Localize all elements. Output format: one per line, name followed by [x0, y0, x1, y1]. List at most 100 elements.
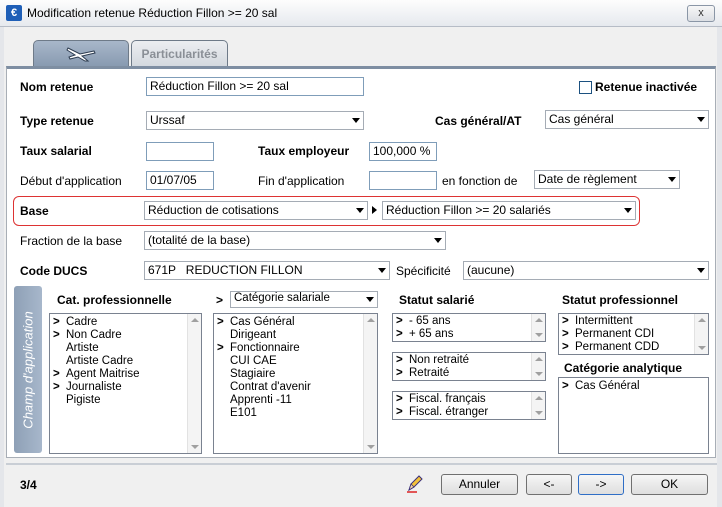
cas-general-label: Cas général/AT [435, 114, 522, 128]
nom-retenue-label: Nom retenue [20, 80, 94, 94]
scrollbar[interactable] [187, 314, 201, 453]
cas-general-value: Cas général [549, 112, 614, 126]
list-item[interactable]: Pigiste [53, 394, 101, 407]
chevron-down-icon [624, 208, 632, 213]
bottom-separator [6, 463, 717, 465]
list-item[interactable]: > Fiscal. français [396, 393, 486, 406]
taux-salarial-input[interactable] [146, 142, 214, 161]
list-item[interactable]: Artiste [53, 342, 99, 355]
list-item[interactable]: > Permanent CDI [562, 328, 654, 341]
chevron-down-icon [697, 268, 705, 273]
chevron-down-icon [434, 238, 442, 243]
scrollbar[interactable] [694, 314, 708, 354]
list-item[interactable]: Artiste Cadre [53, 355, 133, 368]
taux-salarial-label: Taux salarial [20, 144, 92, 158]
taux-employeur-input[interactable]: 100,000 % [369, 142, 437, 161]
list-item[interactable]: Dirigeant [217, 329, 276, 342]
scrollbar[interactable] [363, 314, 377, 453]
list-item[interactable]: > Fonctionnaire [217, 342, 300, 355]
categorie-salariale-list[interactable]: > Cas Général Dirigeant > Fonctionnaire CU… [213, 313, 378, 454]
previous-button[interactable]: <- [526, 474, 572, 495]
list-item[interactable]: CUI CAE [217, 355, 277, 368]
list-item[interactable]: Stagiaire [217, 368, 275, 381]
cat-professionnelle-list[interactable]: > Cadre > Non Cadre Artiste Artiste Cadre … [49, 313, 202, 454]
scrollbar[interactable] [531, 353, 545, 380]
app-icon: € [6, 5, 22, 21]
type-retenue-select[interactable]: Urssaf [146, 111, 364, 130]
retenue-inactivee-checkbox[interactable] [579, 81, 592, 94]
list-item[interactable]: > Cas Général [217, 316, 295, 329]
list-item[interactable]: > Non Cadre [53, 329, 122, 342]
tab-particularites[interactable]: Particularités [131, 40, 228, 67]
list-item[interactable]: > Journaliste [53, 381, 122, 394]
categorie-salariale-marker: > [216, 293, 224, 307]
tab-general[interactable] [33, 40, 129, 67]
statut-salarie-header: Statut salarié [399, 293, 475, 307]
annuler-button[interactable]: Annuler [441, 474, 518, 495]
arrow-down-icon [698, 346, 706, 350]
fraction-base-select[interactable]: (totalité de la base) [144, 231, 446, 250]
type-retenue-value: Urssaf [150, 113, 185, 127]
fin-application-input[interactable] [369, 171, 437, 190]
arrow-down-icon [535, 411, 543, 415]
statut-age-list[interactable]: > - 65 ans > + 65 ans [392, 313, 546, 342]
debut-application-input[interactable]: 01/07/05 [146, 171, 214, 190]
cas-general-select[interactable]: Cas général [545, 110, 709, 129]
retenue-inactivee-label: Retenue inactivée [595, 80, 698, 94]
chevron-down-icon [378, 268, 386, 273]
en-fonction-de-select[interactable]: Date de règlement [534, 170, 680, 189]
arrow-up-icon [535, 357, 543, 361]
list-item[interactable]: > Cas Général [562, 380, 640, 393]
scrollbar[interactable] [531, 314, 545, 341]
arrow-up-icon [191, 318, 199, 322]
categorie-analytique-list[interactable]: > Cas Général [558, 377, 709, 454]
arrow-down-icon [191, 445, 199, 449]
list-item[interactable]: E101 [217, 407, 257, 420]
scrollbar[interactable] [531, 392, 545, 419]
base-detail-select[interactable]: Réduction Fillon >= 20 salariés [382, 201, 636, 220]
code-ducs-value: 671P REDUCTION FILLON [148, 263, 303, 277]
pencil-icon[interactable] [405, 473, 425, 493]
en-fonction-de-label: en fonction de [442, 174, 518, 188]
list-item[interactable]: > Permanent CDD [562, 341, 659, 354]
fin-application-label: Fin d'application [258, 174, 345, 188]
arrow-up-icon [535, 396, 543, 400]
specificite-select[interactable]: (aucune) [463, 261, 709, 280]
list-item[interactable]: > - 65 ans [396, 315, 451, 328]
base-label: Base [20, 204, 49, 218]
arrow-up-icon [698, 318, 706, 322]
window-frame-right [717, 27, 722, 507]
list-item[interactable]: Apprenti -11 [217, 394, 292, 407]
statut-retraite-list[interactable]: > Non retraité > Retraité [392, 352, 546, 381]
statut-professionnel-list[interactable]: > Intermittent > Permanent CDI > Permanent … [558, 313, 709, 355]
base-value: Réduction de cotisations [148, 203, 279, 217]
list-item[interactable]: > Agent Maitrise [53, 368, 140, 381]
arrow-down-icon [535, 372, 543, 376]
base-select[interactable]: Réduction de cotisations [144, 201, 368, 220]
statut-fiscal-list[interactable]: > Fiscal. français > Fiscal. étranger [392, 391, 546, 420]
categorie-salariale-select[interactable]: Catégorie salariale [230, 291, 378, 308]
ok-button[interactable]: OK [631, 474, 708, 495]
champ-application-label: Champ d'application [20, 310, 36, 429]
list-item[interactable]: > Intermittent [562, 315, 633, 328]
chevron-down-icon [366, 297, 374, 302]
list-item[interactable]: > Retraité [396, 367, 449, 380]
specificite-label: Spécificité [396, 264, 451, 278]
chevron-down-icon [352, 118, 360, 123]
list-item[interactable]: Contrat d'avenir [217, 381, 311, 394]
chevron-down-icon [356, 208, 364, 213]
code-ducs-select[interactable]: 671P REDUCTION FILLON [144, 261, 390, 280]
list-item[interactable]: > Non retraité [396, 354, 469, 367]
list-item[interactable]: > Cadre [53, 316, 97, 329]
chevron-down-icon [668, 177, 676, 182]
next-button[interactable]: -> [578, 474, 624, 495]
list-item[interactable]: > + 65 ans [396, 328, 453, 341]
plane-icon [66, 47, 96, 62]
fraction-base-label: Fraction de la base [20, 234, 123, 248]
taux-employeur-label: Taux employeur [258, 144, 350, 158]
nom-retenue-input[interactable]: Réduction Fillon >= 20 sal [146, 77, 364, 96]
close-button[interactable]: x [687, 5, 715, 22]
arrow-down-icon [367, 445, 375, 449]
page-indicator: 3/4 [20, 478, 37, 492]
list-item[interactable]: > Fiscal. étranger [396, 406, 488, 419]
